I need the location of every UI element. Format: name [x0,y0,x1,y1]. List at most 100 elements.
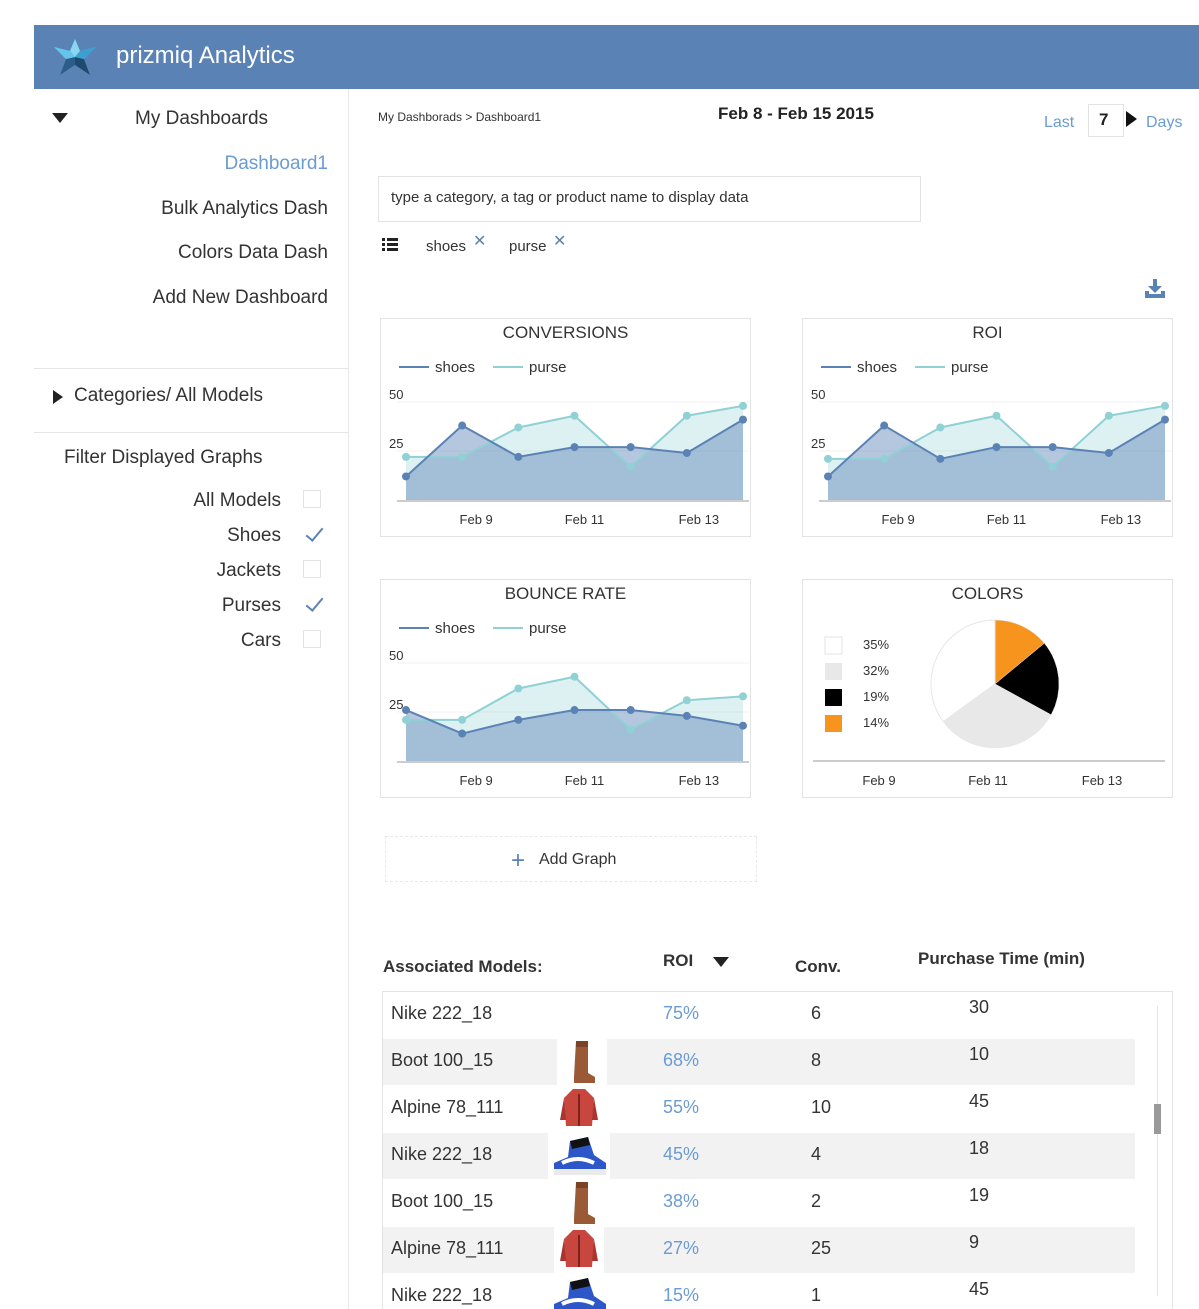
data-point-purse[interactable] [626,725,635,734]
breadcrumb[interactable]: My Dashborads > Dashboard1 [378,110,541,124]
data-point-shoes[interactable] [1048,443,1057,452]
categories-toggle[interactable]: Categories/ All Models [74,385,263,407]
days-increment-icon[interactable] [1126,111,1137,127]
remove-tag-close-icon[interactable]: ✕ [553,231,566,251]
filter-label-shoes: Shoes [227,525,281,546]
expand-arrow-icon[interactable] [53,390,63,404]
model-cell: Alpine 78_111 [391,1097,504,1117]
sidebar-divider [34,432,349,433]
filter-checkbox-purses[interactable] [303,595,321,613]
data-point-shoes[interactable] [992,443,1001,452]
column-header-purchase-time[interactable]: Purchase Time (min) [918,949,1085,969]
data-point-purse[interactable] [936,423,945,432]
list-icon[interactable] [382,237,398,256]
x-tick-label: Feb 13 [1101,512,1141,527]
scrollbar-thumb[interactable] [1154,1104,1161,1134]
column-header-conv[interactable]: Conv. [795,957,841,977]
chart-card-conversions[interactable]: CONVERSIONS shoes purse 50 25 Feb 9 Feb 11 Feb… [380,318,751,537]
data-point-shoes[interactable] [739,721,747,730]
search-input[interactable]: type a category, a tag or product name t… [378,176,921,222]
data-point-shoes[interactable] [626,706,635,715]
filter-checkbox-cars[interactable] [303,630,321,648]
data-point-purse[interactable] [514,684,523,693]
data-point-shoes[interactable] [880,421,889,430]
filter-checkbox-all-models[interactable] [303,490,321,508]
data-point-purse[interactable] [402,715,410,724]
table-row[interactable]: Alpine 78_111 55% 10 45 [383,1086,1135,1132]
x-tick-label: Feb 11 [565,773,605,788]
data-point-purse[interactable] [626,462,635,471]
data-point-purse[interactable] [458,452,467,461]
data-point-shoes[interactable] [936,454,945,463]
days-input[interactable]: 7 [1088,104,1124,137]
chart-card-bounce-rate[interactable]: BOUNCE RATE shoes purse 50 25 Feb 9 Feb 11 Feb… [380,579,751,798]
table-row[interactable]: Nike 222_18 15% 1 45 [383,1274,1135,1309]
data-point-purse[interactable] [739,401,747,410]
product-thumbnail-sneaker[interactable] [548,1133,610,1179]
column-header-roi[interactable]: ROI [663,951,693,971]
table-row[interactable]: Nike 222_18 45% 4 18 [383,1133,1135,1179]
data-point-purse[interactable] [682,411,691,420]
product-thumbnail-jacket[interactable] [554,1086,604,1132]
table-row[interactable]: Boot 100_15 38% 2 19 [383,1180,1135,1226]
product-thumbnail-boot[interactable] [557,1180,607,1226]
sidebar-item-dashboard1[interactable]: Dashboard1 [224,153,328,175]
data-point-shoes[interactable] [402,472,410,481]
sidebar-item-colors-data[interactable]: Colors Data Dash [178,242,328,264]
data-point-shoes[interactable] [682,448,691,457]
data-point-purse[interactable] [570,672,579,681]
data-point-purse[interactable] [739,692,747,701]
chart-card-roi[interactable]: ROI shoes purse 50 25 Feb 9 Feb 11 Feb 13 [802,318,1173,537]
scrollbar-track[interactable] [1157,1006,1158,1296]
chart-card-colors[interactable]: COLORS 35% 32% 19% 14% Feb 9 Feb 11 Feb 13 [802,579,1173,798]
x-tick-label: Feb 9 [460,773,493,788]
filter-checkbox-jackets[interactable] [303,560,321,578]
data-point-purse[interactable] [992,411,1001,420]
data-point-shoes[interactable] [570,443,579,452]
data-point-shoes[interactable] [626,443,635,452]
filter-title: Filter Displayed Graphs [64,447,263,468]
data-point-purse[interactable] [570,411,579,420]
data-point-shoes[interactable] [570,706,579,715]
data-point-purse[interactable] [458,715,467,724]
data-point-purse[interactable] [1048,462,1057,471]
data-point-shoes[interactable] [458,729,467,738]
data-point-shoes[interactable] [739,415,747,424]
data-point-shoes[interactable] [514,452,523,461]
product-thumbnail-boot[interactable] [557,1039,607,1085]
data-point-purse[interactable] [1104,411,1113,420]
table-row[interactable]: Nike 222_18 75% 6 30 [383,992,1135,1038]
data-point-shoes[interactable] [1104,448,1113,457]
sort-desc-icon[interactable] [713,957,729,967]
table-row[interactable]: Boot 100_15 68% 8 10 [383,1039,1135,1085]
data-point-purse[interactable] [880,454,889,463]
legend-label-purse: purse [529,620,567,637]
data-point-shoes[interactable] [402,706,410,715]
data-point-purse[interactable] [514,423,523,432]
add-graph-button[interactable]: + Add Graph [385,836,757,882]
y-tick-label: 25 [389,697,403,712]
download-icon[interactable] [1144,279,1166,304]
data-point-shoes[interactable] [514,715,523,724]
data-point-shoes[interactable] [682,711,691,720]
purchase-time-cell: 19 [969,1185,990,1205]
data-point-purse[interactable] [682,696,691,705]
data-point-shoes[interactable] [1161,415,1169,424]
x-tick-label: Feb 13 [1082,773,1122,788]
product-thumbnail-sneaker[interactable] [548,1274,610,1309]
add-new-dashboard-link[interactable]: Add New Dashboard [153,287,328,309]
data-point-purse[interactable] [402,452,410,461]
data-point-shoes[interactable] [824,472,832,481]
product-thumbnail-jacket[interactable] [554,1227,604,1273]
legend-label-purse: purse [951,359,989,376]
collapse-arrow-icon[interactable] [52,113,68,123]
table-row[interactable]: Alpine 78_111 27% 25 9 [383,1227,1135,1273]
data-point-purse[interactable] [824,454,832,463]
data-point-shoes[interactable] [458,421,467,430]
remove-tag-close-icon[interactable]: ✕ [473,231,486,251]
data-point-purse[interactable] [1161,401,1169,410]
my-dashboards-header[interactable]: My Dashboards [135,108,268,130]
prizmiq-logo-icon[interactable] [52,37,98,82]
sidebar-item-bulk-analytics[interactable]: Bulk Analytics Dash [161,198,328,220]
filter-checkbox-shoes[interactable] [303,525,321,543]
